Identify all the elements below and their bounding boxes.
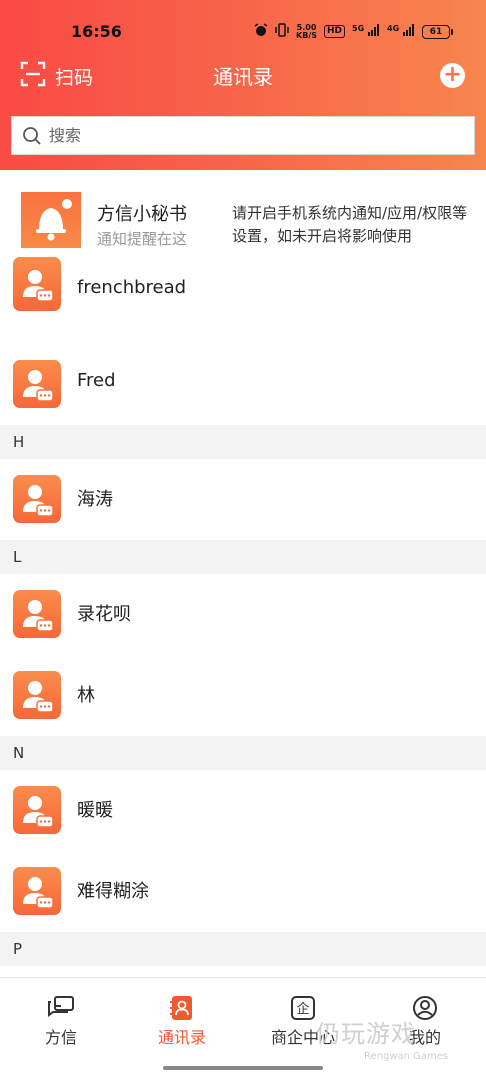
assistant-name: 方信小秘书 — [97, 204, 187, 225]
signal-4g: 4G — [387, 24, 415, 39]
avatar — [13, 257, 61, 311]
list-item[interactable]: 林 — [0, 655, 486, 736]
contact-name: 录花呗 — [77, 604, 131, 625]
hd-badge: HD — [324, 25, 346, 38]
status-icons: 5.00 KB/S HD 5G 4G 61 — [254, 23, 453, 40]
avatar — [13, 671, 61, 719]
contact-name: 林 — [77, 685, 95, 706]
contact-list: frenchbread Fred H 海涛 L 录花呗 林 N 暖暖 难得糊涂 … — [0, 257, 486, 1047]
tab-label: 方信 — [44, 1028, 77, 1047]
avatar — [13, 590, 61, 638]
contact-name: Fred — [77, 370, 116, 391]
watermark-text: 仍玩游戏 — [316, 1020, 416, 1048]
assistant-subtitle: 通知提醒在这 — [97, 230, 188, 248]
list-item[interactable]: 录花呗 — [0, 574, 486, 655]
section-header: H — [0, 425, 486, 459]
home-indicator[interactable] — [163, 1066, 323, 1070]
contact-name: 海涛 — [77, 489, 113, 510]
section-header: P — [0, 932, 486, 966]
permission-notice: 请开启手机系统内通知/应用/权限等设置，如未开启将影响使用 — [232, 204, 468, 245]
status-time: 16:56 — [71, 22, 122, 41]
watermark-subtext: Rengwan Games — [364, 1051, 449, 1062]
avatar — [13, 786, 61, 834]
tab-contacts[interactable]: 通讯录 — [132, 994, 232, 1048]
speed-unit: KB/S — [296, 30, 318, 40]
list-item[interactable]: frenchbread — [0, 257, 486, 344]
network-speed: 5.00 KB/S — [296, 23, 318, 40]
svg-text:企: 企 — [296, 1001, 309, 1017]
contact-name: 暖暖 — [77, 800, 113, 821]
search-icon — [23, 126, 41, 145]
avatar — [13, 475, 61, 523]
section-header: N — [0, 736, 486, 770]
header-bar: 16:56 5.00 KB/S HD 5G 4G 61 扫码 通讯录 + 搜索 — [0, 0, 486, 170]
page-title: 通讯录 — [213, 65, 273, 89]
vibrate-icon — [275, 23, 289, 40]
bell-icon — [21, 192, 81, 248]
contact-name: 难得糊涂 — [77, 881, 149, 902]
plus-circle-icon[interactable]: + — [440, 63, 465, 88]
contact-name: frenchbread — [77, 277, 187, 298]
status-bar: 16:56 5.00 KB/S HD 5G 4G 61 — [0, 18, 486, 48]
tab-fangxin[interactable]: 方信 — [11, 994, 111, 1048]
contacts-icon — [132, 994, 232, 1021]
list-item[interactable]: 暖暖 — [0, 770, 486, 851]
assistant-card[interactable]: 方信小秘书 通知提醒在这 请开启手机系统内通知/应用/权限等设置，如未开启将影响… — [0, 180, 486, 264]
avatar — [13, 360, 61, 408]
search-bar[interactable] — [11, 116, 475, 155]
chat-bubbles-icon — [11, 994, 111, 1021]
net-label-4g: 4G — [387, 24, 400, 33]
battery-icon: 61 — [422, 24, 453, 39]
avatar — [13, 867, 61, 915]
net-label-5g: 5G — [352, 24, 365, 33]
list-item[interactable]: Fred — [0, 344, 486, 425]
signal-5g: 5G — [352, 24, 380, 39]
list-item[interactable]: 海涛 — [0, 459, 486, 540]
tab-label: 通讯录 — [157, 1028, 206, 1047]
list-item[interactable]: 难得糊涂 — [0, 851, 486, 932]
alarm-icon — [254, 23, 268, 40]
watermark: 仍玩游戏 Rengwan Games — [316, 1014, 448, 1062]
search-input[interactable] — [47, 125, 451, 146]
section-header: L — [0, 540, 486, 574]
